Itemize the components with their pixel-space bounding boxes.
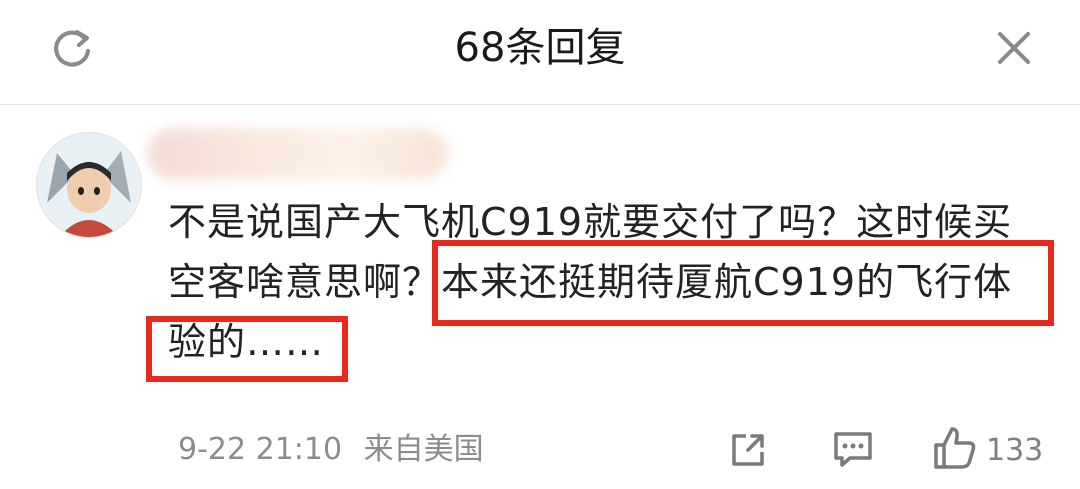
header-bar: 68条回复: [0, 0, 1080, 105]
like-count: 133: [986, 432, 1044, 468]
highlight-box: [432, 240, 1054, 326]
timestamp: 9-22 21:10: [178, 432, 343, 467]
username-blurred[interactable]: [148, 128, 448, 180]
page-title: 68条回复: [454, 25, 626, 71]
avatar[interactable]: [36, 132, 142, 238]
comment-icon[interactable]: [830, 422, 876, 478]
like-button[interactable]: 133: [930, 422, 1043, 478]
highlight-box: [146, 316, 348, 382]
location-source: 来自美国: [363, 432, 484, 467]
thumbs-up-icon: [930, 425, 978, 475]
close-icon[interactable]: [982, 16, 1046, 80]
comment-meta: 9-22 21:10 来自美国: [178, 430, 484, 470]
comment-segment: 空客啥意思啊？: [168, 260, 442, 304]
share-icon[interactable]: [726, 422, 770, 478]
